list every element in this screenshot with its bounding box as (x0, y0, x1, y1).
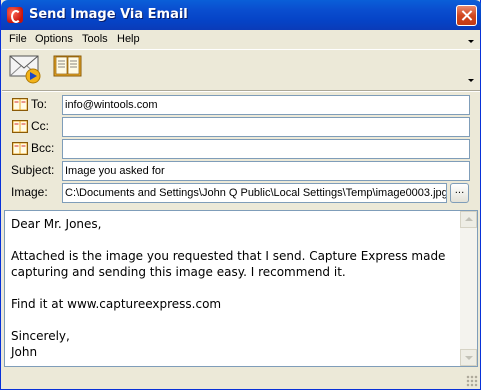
address-book-icon[interactable] (12, 98, 28, 111)
subject-field[interactable]: Image you asked for (62, 161, 470, 181)
toolbar-overflow-chevron-icon[interactable] (468, 79, 474, 82)
title-bar[interactable]: Send Image Via Email (1, 0, 481, 30)
to-field[interactable]: info@wintools.com (62, 95, 470, 115)
vertical-scrollbar[interactable] (460, 211, 477, 366)
address-book-icon[interactable] (12, 142, 28, 155)
app-icon (7, 7, 23, 23)
subject-label: Subject: (11, 163, 55, 177)
message-body-text[interactable]: Dear Mr. Jones, Attached is the image yo… (11, 216, 459, 360)
toolbar (2, 49, 480, 89)
scroll-up-icon[interactable] (460, 211, 477, 228)
menu-help[interactable]: Help (117, 33, 140, 45)
menu-overflow-chevron-icon[interactable] (468, 40, 474, 43)
cc-label: Cc: (31, 119, 49, 133)
to-row: To: info@wintools.com (1, 95, 481, 115)
bcc-label: Bcc: (31, 141, 55, 155)
window-title: Send Image Via Email (29, 7, 188, 22)
address-book-icon (53, 55, 82, 77)
send-envelope-icon (9, 55, 41, 84)
status-bar (2, 369, 480, 389)
image-row: Image: C:\Documents and Settings\John Q … (1, 183, 481, 203)
cc-field[interactable] (62, 117, 470, 137)
bcc-row: Bcc: (1, 139, 481, 159)
image-label: Image: (11, 185, 48, 199)
menu-options[interactable]: Options (35, 33, 73, 45)
cc-row: Cc: (1, 117, 481, 137)
to-label: To: (31, 97, 48, 111)
image-path-field[interactable]: C:\Documents and Settings\John Q Public\… (62, 183, 447, 203)
email-window: Send Image Via Email File Options Tools … (0, 0, 481, 390)
menu-file[interactable]: File (9, 33, 27, 45)
divider (2, 91, 480, 92)
message-body[interactable]: Dear Mr. Jones, Attached is the image yo… (4, 210, 478, 367)
menu-bar: File Options Tools Help (2, 30, 480, 49)
address-book-icon[interactable] (12, 120, 28, 133)
browse-button[interactable]: ... (450, 183, 469, 203)
resize-grip-icon[interactable] (466, 375, 478, 387)
scroll-down-icon[interactable] (460, 349, 477, 366)
address-book-button[interactable] (51, 52, 85, 84)
subject-row: Subject: Image you asked for (1, 161, 481, 181)
bcc-field[interactable] (62, 139, 470, 159)
menu-tools[interactable]: Tools (82, 33, 108, 45)
send-button[interactable] (9, 52, 43, 84)
close-button[interactable] (456, 5, 477, 26)
